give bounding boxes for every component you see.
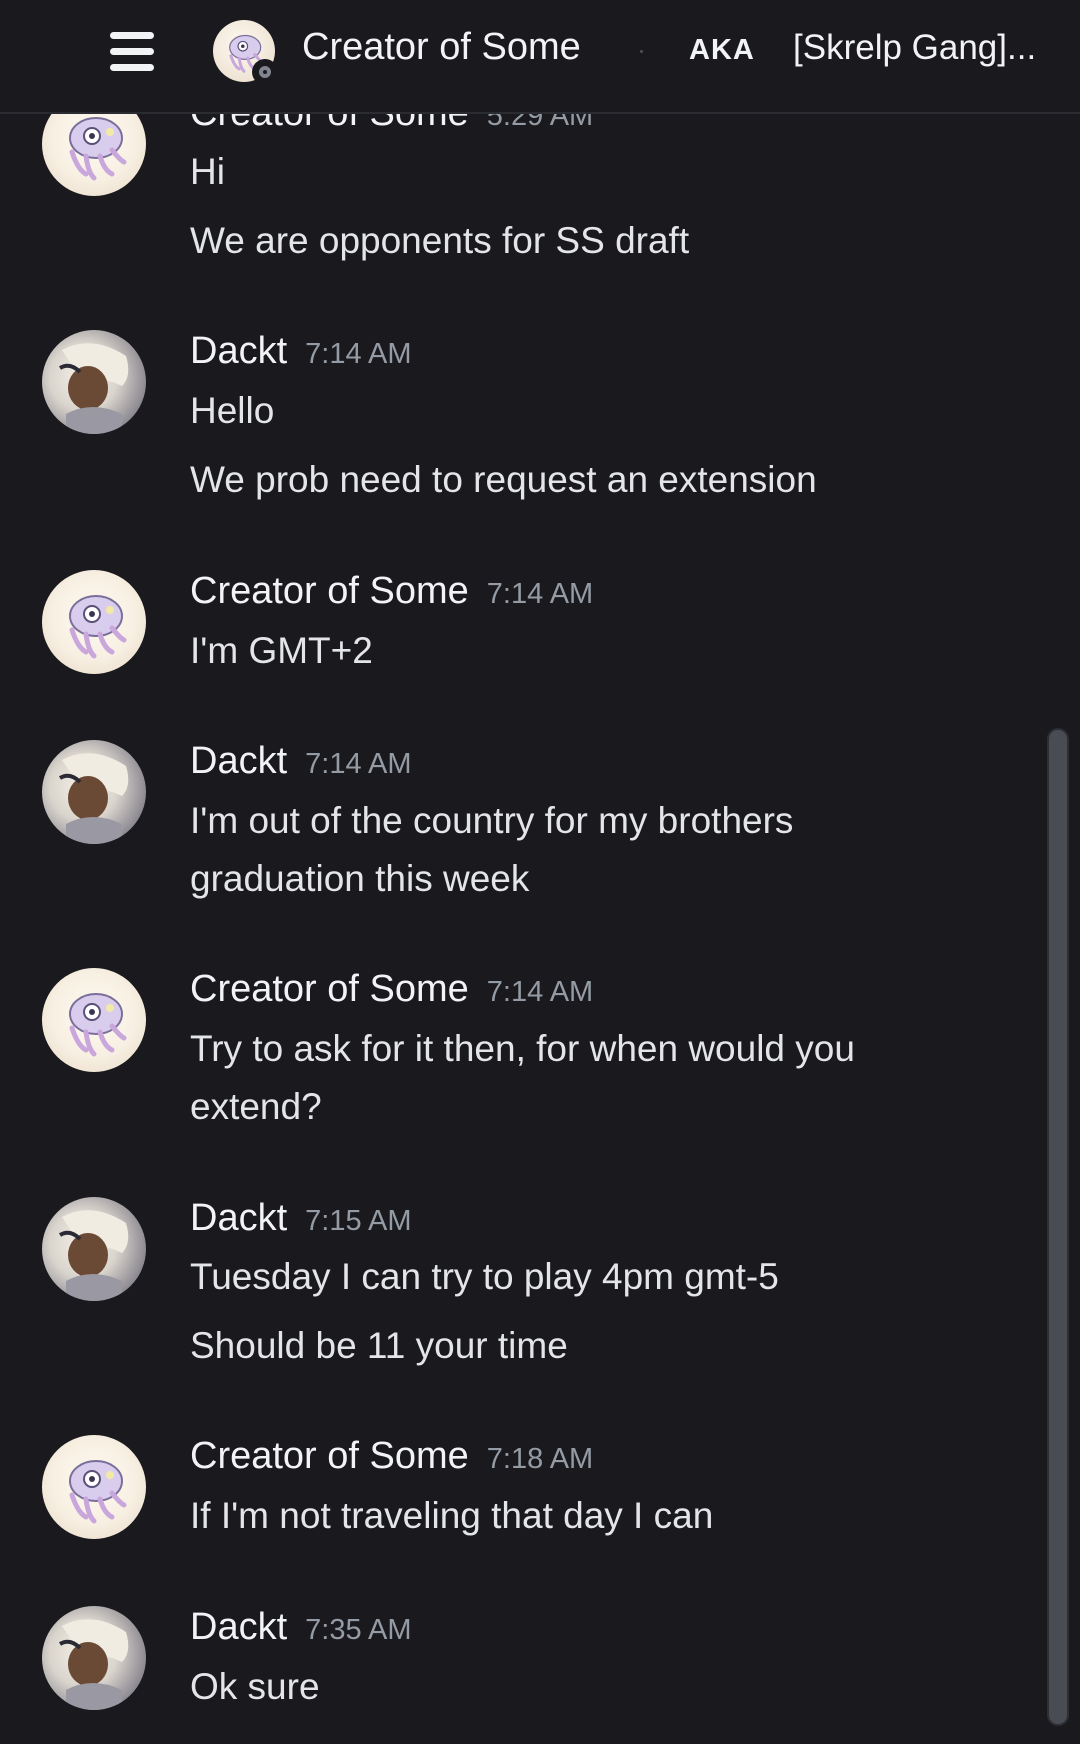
message-header: Dackt 7:15 AM — [190, 1197, 412, 1240]
message-text: graduation this week — [190, 858, 530, 899]
jellyfish-avatar-icon — [69, 595, 127, 659]
message-header: Dackt 7:14 AM — [190, 740, 412, 783]
avatar[interactable] — [42, 330, 146, 434]
character-avatar-icon — [58, 753, 129, 844]
character-avatar-icon — [58, 1619, 129, 1710]
message-text: Tuesday I can try to play 4pm gmt-5 — [190, 1256, 779, 1297]
avatar[interactable] — [42, 1435, 146, 1539]
nickname-label[interactable]: [Skrelp Gang]... — [793, 28, 1036, 68]
avatar[interactable] — [42, 1606, 146, 1710]
separator-dot — [640, 50, 643, 53]
avatar[interactable] — [42, 570, 146, 674]
message-header: Creator of Some 7:18 AM — [190, 1435, 593, 1478]
channel-title[interactable]: Creator of Some — [302, 26, 581, 69]
message-header: Dackt 7:14 AM — [190, 330, 412, 373]
message-text: Hello — [190, 390, 275, 431]
timestamp: 7:14 AM — [486, 578, 594, 610]
message-text: Try to ask for it then, for when would y… — [190, 1028, 855, 1069]
username[interactable]: Creator of Some — [190, 1435, 469, 1477]
message-header: Creator of Some 7:14 AM — [190, 968, 593, 1011]
message-text: extend? — [190, 1086, 322, 1127]
aka-badge: AKA — [689, 34, 755, 66]
username[interactable]: Dackt — [190, 330, 287, 372]
timestamp: 7:18 AM — [486, 1443, 594, 1475]
message-header: Creator of Some 7:14 AM — [190, 570, 593, 613]
timestamp: 7:14 AM — [305, 338, 412, 370]
username[interactable]: Dackt — [190, 740, 287, 782]
username[interactable]: Dackt — [190, 1197, 287, 1239]
avatar[interactable] — [42, 740, 146, 844]
message-text: Ok sure — [190, 1666, 320, 1707]
username[interactable]: Dackt — [190, 1606, 287, 1648]
channel-header: Creator of Some AKA [Skrelp Gang]... — [0, 0, 1080, 114]
message-text: I'm GMT+2 — [190, 630, 373, 671]
message-header: Dackt 7:35 AM — [190, 1606, 412, 1649]
message-list[interactable]: Creator of Some5:29 AM Hi We are opponen… — [0, 0, 1080, 1744]
message-text: I'm out of the country for my brothers — [190, 800, 794, 841]
message-text: We are opponents for SS draft — [190, 220, 690, 261]
timestamp: 7:14 AM — [486, 976, 594, 1008]
hamburger-menu-icon[interactable] — [104, 28, 158, 74]
character-avatar-icon — [58, 1210, 129, 1301]
message-text: Should be 11 your time — [190, 1325, 568, 1366]
message-text: Hi — [190, 151, 225, 192]
jellyfish-avatar-icon — [69, 1460, 127, 1524]
timestamp: 7:35 AM — [305, 1614, 412, 1646]
timestamp: 7:15 AM — [305, 1205, 412, 1237]
avatar[interactable] — [42, 1197, 146, 1301]
jellyfish-avatar-icon — [69, 993, 127, 1057]
avatar[interactable] — [42, 968, 146, 1072]
timestamp: 7:14 AM — [305, 748, 412, 780]
scrollbar-thumb[interactable] — [1049, 730, 1067, 1724]
message-text: We prob need to request an extension — [190, 459, 817, 500]
username[interactable]: Creator of Some — [190, 968, 469, 1010]
message-text: If I'm not traveling that day I can — [190, 1495, 714, 1536]
character-avatar-icon — [58, 343, 129, 434]
username[interactable]: Creator of Some — [190, 570, 469, 612]
offline-status-icon — [252, 59, 278, 85]
